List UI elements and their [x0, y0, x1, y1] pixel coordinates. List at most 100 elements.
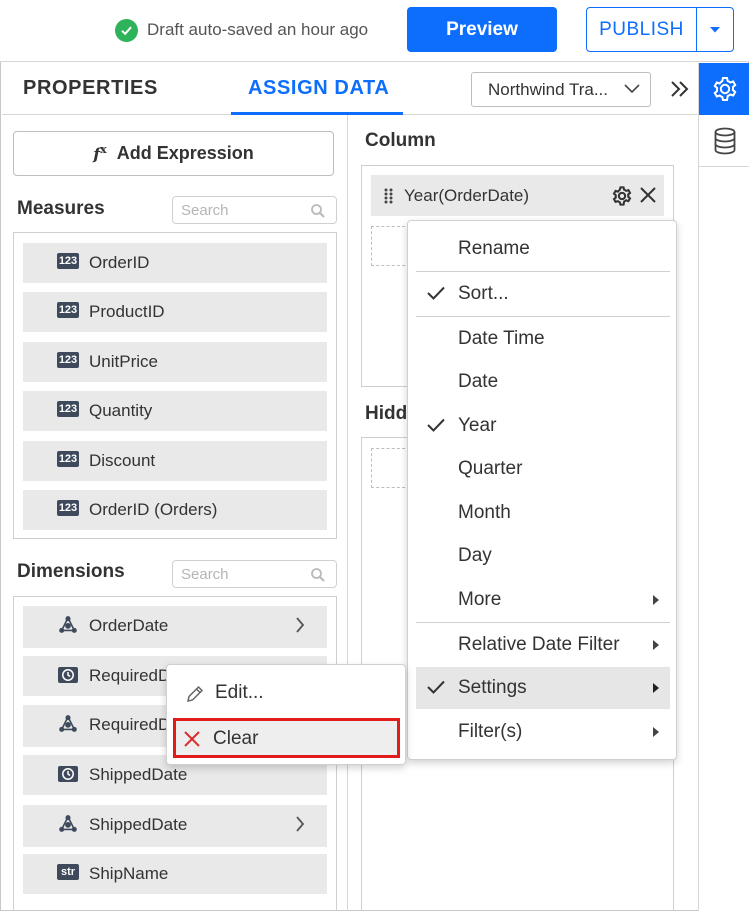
measures-title: Measures [17, 198, 105, 219]
measure-item[interactable]: 123 OrderID (Orders) [23, 490, 327, 530]
dimensions-search-placeholder: Search [181, 565, 229, 583]
hierarchy-icon [59, 715, 77, 732]
measure-label: Discount [89, 451, 156, 470]
menu-item-month[interactable]: Month [416, 492, 670, 534]
number-type-badge: 123 [57, 500, 79, 516]
add-expression-label: Add Expression [116, 143, 254, 163]
column-field-label: Year(OrderDate) [404, 186, 530, 205]
function-icon: fx [93, 143, 107, 164]
search-icon [311, 568, 325, 582]
properties-rail-button[interactable] [699, 63, 749, 115]
top-bar: Draft auto-saved an hour ago Preview PUB… [0, 0, 749, 62]
submenu-arrow-icon [653, 727, 659, 737]
submenu-arrow-icon [653, 640, 659, 650]
measure-item[interactable]: 123 UnitPrice [23, 342, 327, 382]
data-source-rail-button[interactable] [699, 115, 749, 167]
menu-item-more[interactable]: More [416, 579, 670, 621]
field-context-menu: Rename Sort... Date Time Date Year Quart… [407, 220, 677, 760]
column-section-title: Column [365, 130, 436, 151]
submenu-arrow-icon [653, 595, 659, 605]
dimension-label: OrderDate [89, 616, 169, 635]
number-type-badge: 123 [57, 352, 79, 368]
panel-divider [347, 115, 348, 911]
submenu-arrow-icon [653, 683, 659, 693]
panel-tabs: PROPERTIES ASSIGN DATA Northwind Tra... [2, 63, 698, 115]
measure-label: OrderID [89, 253, 150, 272]
database-icon [714, 127, 735, 154]
string-type-badge: str [57, 864, 79, 880]
measure-item[interactable]: 123 Discount [23, 441, 327, 481]
search-icon [311, 204, 325, 218]
chevron-right-icon[interactable] [295, 617, 305, 633]
clock-icon [58, 766, 78, 782]
menu-item-settings[interactable]: Settings [416, 667, 670, 709]
chevron-right-icon[interactable] [295, 816, 305, 832]
menu-item-quarter[interactable]: Quarter [416, 448, 670, 490]
menu-item-date[interactable]: Date [416, 361, 670, 403]
number-type-badge: 123 [57, 451, 79, 467]
datasource-dropdown[interactable]: Northwind Tra... [471, 72, 651, 107]
measure-label: Quantity [89, 401, 153, 420]
dimension-item[interactable]: ShippedDate [23, 805, 327, 847]
gear-icon[interactable] [611, 185, 633, 207]
measure-label: ProductID [89, 302, 165, 321]
datasource-value: Northwind Tra... [488, 79, 608, 99]
measure-label: UnitPrice [89, 352, 158, 371]
menu-item-date-time[interactable]: Date Time [416, 318, 670, 360]
menu-separator [416, 316, 670, 317]
dimension-label: ShippedDate [89, 815, 188, 834]
tab-assign-data[interactable]: ASSIGN DATA [248, 77, 389, 100]
dimension-label: ShipName [89, 864, 169, 883]
gear-icon [713, 77, 736, 101]
checkmark-icon [427, 418, 445, 432]
settings-submenu: Edit... Clear [166, 664, 406, 765]
publish-options-button[interactable] [696, 7, 734, 52]
menu-separator [416, 622, 670, 623]
menu-item-edit[interactable]: Edit... [175, 673, 399, 713]
tab-properties[interactable]: PROPERTIES [23, 77, 158, 100]
close-icon [184, 731, 200, 747]
dimensions-search-input[interactable]: Search [172, 560, 337, 588]
measures-list: 123 OrderID 123 ProductID 123 UnitPrice … [13, 232, 337, 539]
side-rail [698, 63, 749, 911]
measure-item[interactable]: 123 Quantity [23, 391, 327, 431]
menu-item-relative-date-filter[interactable]: Relative Date Filter [416, 624, 670, 666]
check-circle-icon [115, 18, 138, 42]
menu-separator [416, 271, 670, 272]
publish-button[interactable]: PUBLISH [586, 7, 696, 52]
number-type-badge: 123 [57, 401, 79, 417]
dimension-label: ShippedDate [89, 765, 188, 784]
measures-search-input[interactable]: Search [172, 196, 337, 224]
measure-item[interactable]: 123 ProductID [23, 292, 327, 332]
autosave-status: Draft auto-saved an hour ago [115, 18, 368, 42]
close-icon[interactable] [639, 186, 657, 204]
drag-handle-icon[interactable] [384, 188, 393, 204]
checkmark-icon [427, 680, 445, 694]
active-tab-indicator [231, 112, 403, 115]
pencil-icon [187, 685, 204, 702]
autosave-text: Draft auto-saved an hour ago [147, 20, 369, 39]
clock-icon [58, 667, 78, 683]
hierarchy-icon [59, 815, 77, 832]
menu-item-rename[interactable]: Rename [416, 228, 670, 270]
column-field-chip[interactable]: Year(OrderDate) [371, 175, 664, 216]
checkmark-icon [427, 286, 445, 300]
hierarchy-icon [59, 616, 77, 633]
preview-button[interactable]: Preview [407, 7, 557, 52]
menu-item-day[interactable]: Day [416, 535, 670, 577]
caret-down-icon [710, 26, 720, 32]
menu-item-sort[interactable]: Sort... [416, 273, 670, 315]
measure-label: OrderID (Orders) [89, 500, 218, 519]
dimension-item[interactable]: str ShipName [23, 854, 327, 894]
chevron-down-icon [624, 84, 640, 94]
measure-item[interactable]: 123 OrderID [23, 243, 327, 283]
dimension-item[interactable]: OrderDate [23, 606, 327, 648]
menu-item-filters[interactable]: Filter(s) [416, 711, 670, 753]
menu-item-year[interactable]: Year [416, 405, 670, 447]
measures-search-placeholder: Search [181, 201, 229, 219]
dimensions-title: Dimensions [17, 561, 125, 582]
add-expression-button[interactable]: fx Add Expression [13, 131, 334, 176]
menu-item-clear[interactable]: Clear [173, 718, 400, 758]
double-chevron-right-icon[interactable] [670, 80, 690, 98]
number-type-badge: 123 [57, 253, 79, 269]
